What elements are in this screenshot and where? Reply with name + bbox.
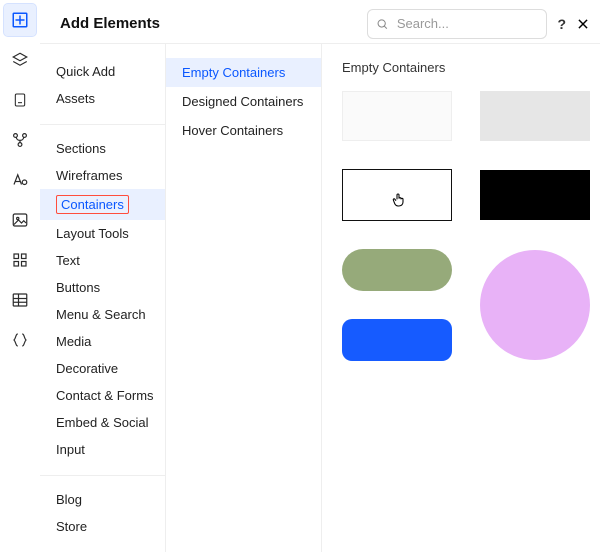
container-outline-box[interactable] xyxy=(342,169,452,221)
cat-embed-social[interactable]: Embed & Social xyxy=(40,409,165,436)
table-icon xyxy=(11,291,29,309)
container-green-pill[interactable] xyxy=(342,249,452,291)
panel-body: Quick Add Assets Sections Wireframes Con… xyxy=(40,44,600,552)
help-button[interactable]: ? xyxy=(557,16,566,32)
rail-add-elements[interactable] xyxy=(4,4,36,36)
plus-grid-icon xyxy=(11,11,29,29)
sub-designed-containers[interactable]: Designed Containers xyxy=(166,87,321,116)
rail-layers[interactable] xyxy=(4,44,36,76)
cat-contact-forms[interactable]: Contact & Forms xyxy=(40,382,165,409)
text-style-icon xyxy=(11,171,29,189)
container-blue-round[interactable] xyxy=(342,319,452,361)
cat-media[interactable]: Media xyxy=(40,328,165,355)
image-icon xyxy=(11,211,29,229)
rail-cms[interactable] xyxy=(4,284,36,316)
page-icon xyxy=(12,91,28,109)
braces-icon xyxy=(11,331,29,349)
pointer-cursor-icon xyxy=(391,191,407,209)
category-list: Quick Add Assets Sections Wireframes Con… xyxy=(40,44,166,552)
apps-icon xyxy=(11,251,29,269)
topbar: Add Elements ? xyxy=(40,0,600,44)
rail-media[interactable] xyxy=(4,204,36,236)
rail-connections[interactable] xyxy=(4,124,36,156)
cat-decorative[interactable]: Decorative xyxy=(40,355,165,382)
cat-buttons[interactable]: Buttons xyxy=(40,274,165,301)
icon-rail xyxy=(0,0,40,552)
cat-text[interactable]: Text xyxy=(40,247,165,274)
cat-containers[interactable]: Containers xyxy=(40,189,165,220)
rail-apps[interactable] xyxy=(4,244,36,276)
preview-grid xyxy=(342,91,580,361)
layers-icon xyxy=(11,51,29,69)
container-light-box[interactable] xyxy=(342,91,452,141)
cat-layout-tools[interactable]: Layout Tools xyxy=(40,220,165,247)
sub-empty-containers[interactable]: Empty Containers xyxy=(166,58,321,87)
rail-pages[interactable] xyxy=(4,84,36,116)
cat-sections[interactable]: Sections xyxy=(40,135,165,162)
subcategory-list: Empty Containers Designed Containers Hov… xyxy=(166,44,322,552)
cat-menu-search[interactable]: Menu & Search xyxy=(40,301,165,328)
rail-dev[interactable] xyxy=(4,324,36,356)
close-icon xyxy=(576,17,590,31)
container-purple-circle[interactable] xyxy=(480,250,590,360)
search-field[interactable] xyxy=(367,9,547,39)
main: Add Elements ? Quick Add Assets xyxy=(40,0,600,552)
cat-store[interactable]: Store xyxy=(40,513,165,540)
sub-hover-containers[interactable]: Hover Containers xyxy=(166,116,321,145)
container-black-box[interactable] xyxy=(480,170,590,220)
rail-styles[interactable] xyxy=(4,164,36,196)
cat-blog[interactable]: Blog xyxy=(40,486,165,513)
section-title: Empty Containers xyxy=(342,60,580,75)
cat-wireframes[interactable]: Wireframes xyxy=(40,162,165,189)
branch-icon xyxy=(11,131,29,149)
search-input[interactable] xyxy=(395,15,539,32)
cat-quick-add[interactable]: Quick Add xyxy=(40,58,165,85)
panel-title: Add Elements xyxy=(60,15,160,32)
preview-area: Empty Containers xyxy=(322,44,600,552)
container-grey-box[interactable] xyxy=(480,91,590,141)
cat-assets[interactable]: Assets xyxy=(40,85,165,112)
app-root: Add Elements ? Quick Add Assets xyxy=(0,0,600,552)
close-button[interactable] xyxy=(576,17,590,31)
cat-input[interactable]: Input xyxy=(40,436,165,463)
search-icon xyxy=(376,17,388,31)
